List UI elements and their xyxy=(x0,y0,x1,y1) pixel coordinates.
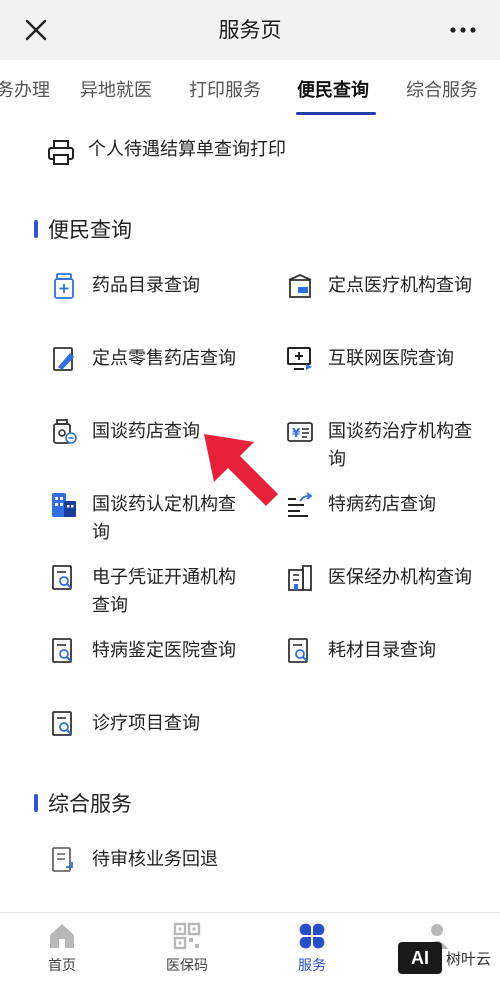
page-title: 服务页 xyxy=(218,18,282,42)
print-settlement-label: 个人待遇结算单查询打印 xyxy=(88,139,286,160)
item-label: 定点零售药店查询 xyxy=(92,348,236,369)
doc-return-icon xyxy=(52,847,73,872)
nav-service[interactable]: 服务 xyxy=(267,921,357,975)
item-label: 互联网医院查询 xyxy=(328,348,454,369)
section-title: 综合服务 xyxy=(48,792,132,816)
doc-search-icon xyxy=(288,638,308,663)
tab-convenience-query[interactable]: 便民查询 xyxy=(297,76,369,102)
item-label: 定点医疗机构查询 xyxy=(328,275,472,296)
list-share-icon xyxy=(288,492,313,517)
more-icon[interactable] xyxy=(448,20,478,40)
office-building-icon xyxy=(288,565,312,591)
clover-icon xyxy=(299,923,325,949)
pill-bottle-icon xyxy=(53,419,77,444)
tab-remote-medical[interactable]: 异地就医 xyxy=(80,76,152,102)
item-label: 耗材目录查询 xyxy=(328,640,436,661)
tab-print-service[interactable]: 打印服务 xyxy=(189,76,261,102)
watermark-name: 树叶云 xyxy=(446,950,492,968)
item-label: 医保经办机构查询 xyxy=(328,567,472,588)
title-bar: 服务页 xyxy=(0,0,500,60)
red-pointer-arrow-icon xyxy=(204,434,278,506)
nav-insurance-code[interactable]: 医保码 xyxy=(142,921,232,975)
section-accent-bar xyxy=(34,220,38,238)
yen-card-icon: ¥ xyxy=(287,422,313,442)
nav-label: 服务 xyxy=(298,958,326,974)
home-icon xyxy=(50,924,74,948)
item-label: 待审核业务回退 xyxy=(92,849,218,870)
print-settlement-item[interactable]: 个人待遇结算单查询打印 xyxy=(46,136,466,196)
item-label: 特病鉴定医院查询 xyxy=(92,640,236,661)
item-label: 诊疗项目查询 xyxy=(92,713,200,734)
printer-icon xyxy=(48,140,74,165)
item-label: 国谈药治疗机构查询 xyxy=(328,421,472,470)
doc-search-icon xyxy=(52,711,72,736)
pharmacy-doc-icon xyxy=(53,347,74,371)
medicine-box-icon xyxy=(54,273,74,299)
tab-general-service[interactable]: 综合服务 xyxy=(406,76,478,102)
nav-label: 首页 xyxy=(48,958,76,974)
clinic-icon xyxy=(288,274,312,298)
section-accent-bar xyxy=(34,794,38,812)
nav-label: 医保码 xyxy=(166,958,208,974)
monitor-plus-icon xyxy=(287,347,312,370)
buildings-icon xyxy=(52,493,76,517)
watermark-logo: AI xyxy=(398,942,442,974)
active-tab-indicator xyxy=(296,112,376,115)
item-label: 药品目录查询 xyxy=(92,275,200,296)
section-title: 便民查询 xyxy=(48,218,132,242)
item-label: 电子凭证开通机构查询 xyxy=(92,567,236,616)
svg-text:¥: ¥ xyxy=(292,426,301,440)
nav-home[interactable]: 首页 xyxy=(17,921,107,975)
category-tabs: 务办理 异地就医 打印服务 便民查询 综合服务 xyxy=(0,60,500,118)
item-label: 特病药店查询 xyxy=(328,494,436,515)
watermark: AI 树叶云 xyxy=(398,940,498,980)
qr-code-icon xyxy=(173,922,201,950)
doc-search-icon xyxy=(52,565,72,590)
doc-search-icon xyxy=(52,638,72,663)
tab-business[interactable]: 务办理 xyxy=(0,76,50,102)
